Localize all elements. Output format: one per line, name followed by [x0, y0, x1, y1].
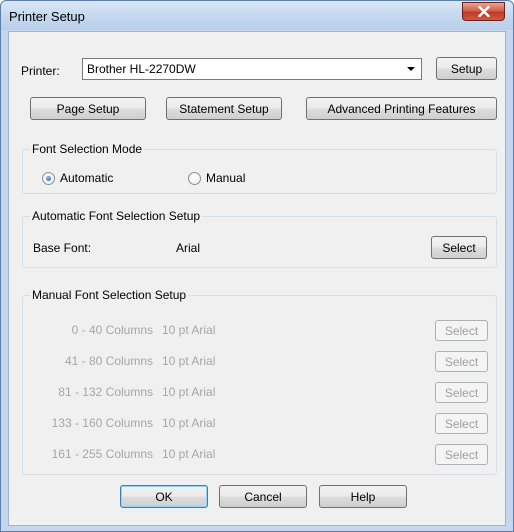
row-range-label: 0 - 40 Columns	[71, 323, 153, 337]
row-font-value: 10 pt Arial	[162, 354, 216, 368]
row-range-label: 133 - 160 Columns	[51, 416, 153, 430]
automatic-radio[interactable]	[42, 172, 55, 185]
row-font-value: 10 pt Arial	[162, 323, 216, 337]
row-range-label: 161 - 255 Columns	[51, 447, 153, 461]
printer-select-value: Brother HL-2270DW	[87, 62, 196, 76]
row-select-button[interactable]: Select	[435, 444, 488, 465]
automatic-font-setup-group: Automatic Font Selection Setup Base Font…	[22, 209, 497, 268]
close-icon	[477, 6, 490, 17]
close-button[interactable]	[462, 2, 505, 21]
row-select-button[interactable]: Select	[435, 351, 488, 372]
help-button[interactable]: Help	[319, 485, 407, 508]
manual-label[interactable]: Manual	[206, 171, 245, 185]
row-select-button[interactable]: Select	[435, 382, 488, 403]
base-font-value: Arial	[176, 241, 201, 255]
row-font-value: 10 pt Arial	[162, 385, 216, 399]
font-selection-mode-title: Font Selection Mode	[30, 142, 145, 156]
chevron-down-icon	[407, 67, 415, 71]
page-setup-button[interactable]: Page Setup	[30, 97, 146, 120]
row-select-button[interactable]: Select	[435, 320, 488, 341]
row-select-button[interactable]: Select	[435, 413, 488, 434]
printer-label: Printer:	[21, 64, 60, 78]
base-font-select-button[interactable]: Select	[431, 236, 487, 259]
window-title: Printer Setup	[9, 9, 85, 24]
title-bar[interactable]: Printer Setup	[1, 1, 513, 30]
ok-button[interactable]: OK	[120, 485, 208, 508]
row-font-value: 10 pt Arial	[162, 416, 216, 430]
printer-setup-dialog: Printer Setup Printer: Brother HL-2270DW…	[0, 0, 514, 532]
row-range-label: 81 - 132 Columns	[58, 385, 153, 399]
printer-select[interactable]: Brother HL-2270DW	[82, 58, 422, 80]
row-range-label: 41 - 80 Columns	[64, 354, 153, 368]
dialog-body: Printer: Brother HL-2270DW Setup Page Se…	[8, 31, 506, 526]
manual-font-setup-group: Manual Font Selection Setup 0 - 40 Colum…	[22, 288, 497, 475]
printer-setup-button[interactable]: Setup	[436, 57, 497, 80]
radio-selected-dot	[46, 176, 51, 181]
row-font-value: 10 pt Arial	[162, 447, 216, 461]
statement-setup-button[interactable]: Statement Setup	[166, 97, 282, 120]
manual-font-setup-title: Manual Font Selection Setup	[30, 288, 189, 302]
base-font-label: Base Font:	[33, 241, 92, 255]
automatic-label[interactable]: Automatic	[60, 171, 113, 185]
automatic-font-setup-title: Automatic Font Selection Setup	[30, 209, 203, 223]
cancel-button[interactable]: Cancel	[219, 485, 307, 508]
advanced-printing-features-button[interactable]: Advanced Printing Features	[306, 97, 497, 120]
manual-radio[interactable]	[188, 172, 201, 185]
font-selection-mode-group: Font Selection Mode Automatic Manual	[22, 142, 497, 194]
